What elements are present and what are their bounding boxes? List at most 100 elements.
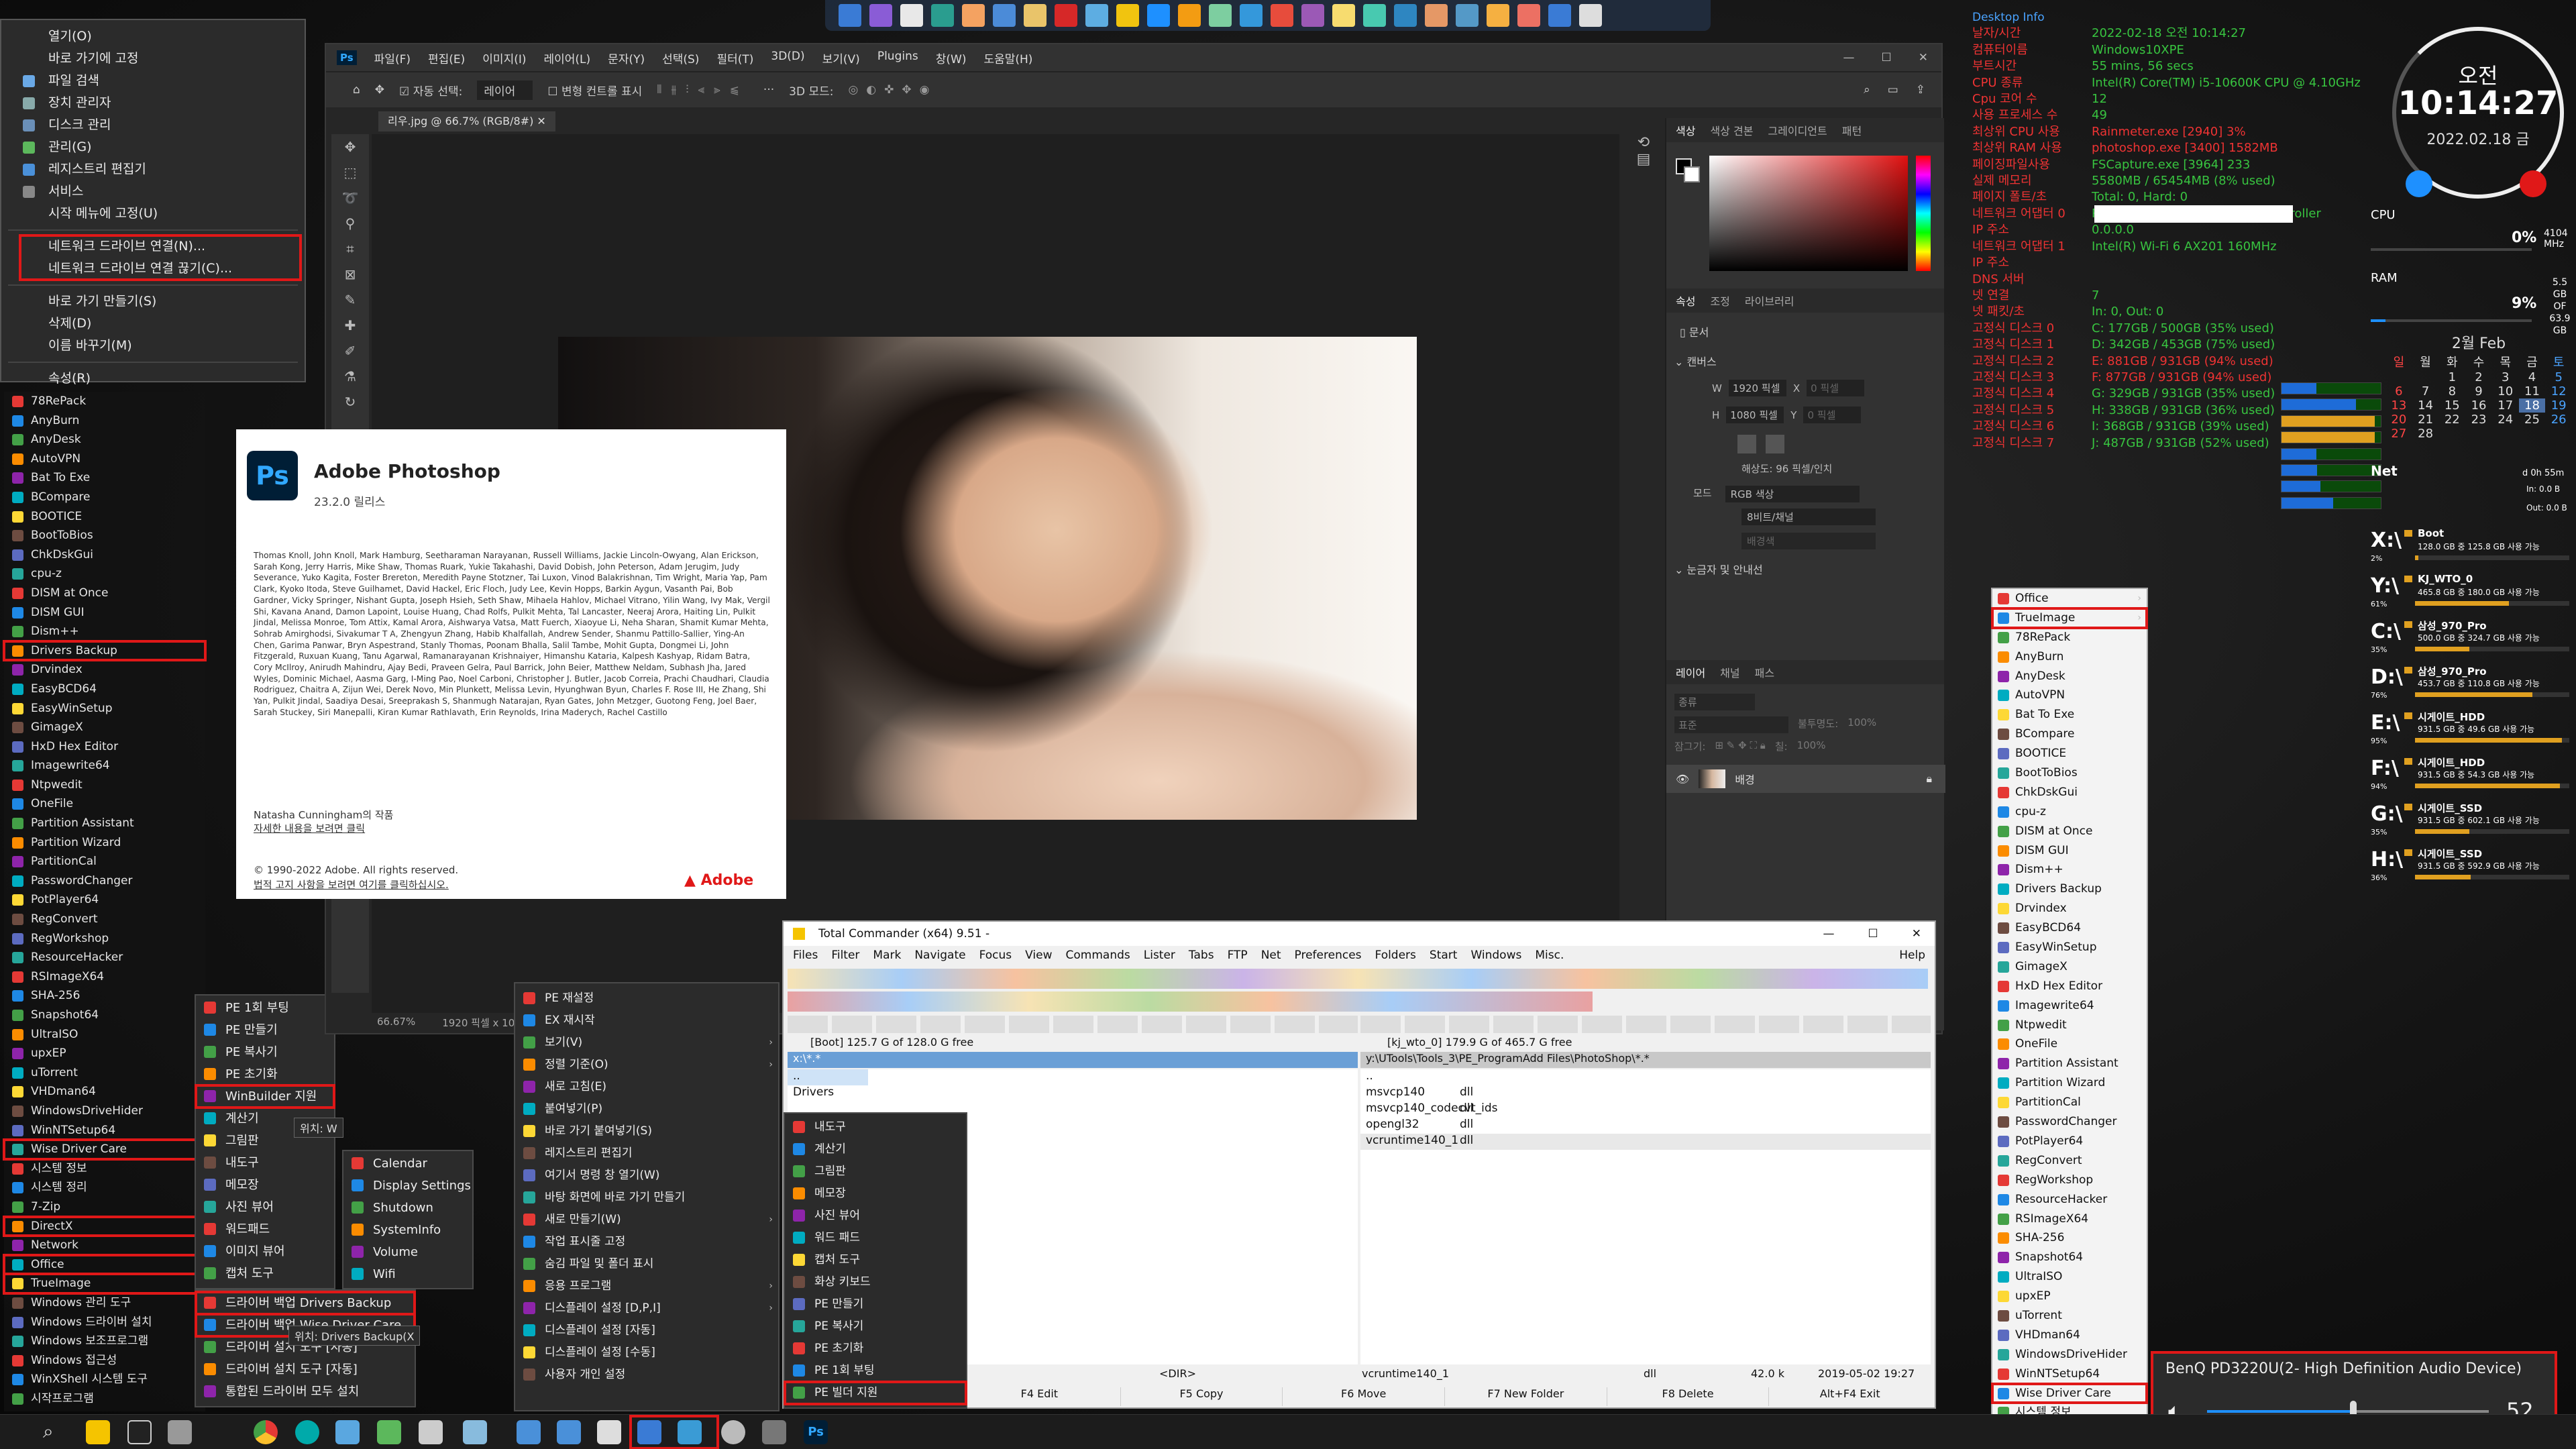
prop-tab[interactable]: 조정 bbox=[1710, 292, 1729, 309]
mode-dropdown[interactable]: RGB 색상 bbox=[1725, 486, 1860, 502]
driver-menu-item[interactable]: 통합된 드라이버 모두 설치 bbox=[196, 1381, 415, 1403]
ctx-file-search[interactable]: 파일 검색 bbox=[1, 70, 305, 92]
desktop-menu-item[interactable]: 사용자 개인 설정 bbox=[515, 1364, 778, 1386]
app-icon[interactable] bbox=[557, 1420, 581, 1444]
about-detail-link[interactable]: 자세한 내용을 보려면 클릭 bbox=[254, 821, 365, 835]
tc-menu-item[interactable]: FTP bbox=[1228, 949, 1248, 962]
ctx-pin-quick[interactable]: 바로 가기에 고정 bbox=[1, 48, 305, 70]
lasso-icon[interactable]: ➰ bbox=[331, 185, 369, 211]
tc-left-row[interactable]: .. bbox=[788, 1069, 868, 1085]
calendar-day[interactable] bbox=[2492, 427, 2519, 441]
blend-dropdown[interactable]: 표준 bbox=[1674, 716, 1788, 733]
eyedropper-icon[interactable]: ✎ bbox=[331, 287, 369, 313]
move-tool-icon[interactable]: ✥ bbox=[375, 83, 384, 97]
dock-app-icon[interactable] bbox=[962, 4, 985, 27]
refresh-icon[interactable] bbox=[2406, 170, 2432, 197]
program-list-item[interactable]: ChkDskGui bbox=[1992, 783, 2147, 802]
more-icon[interactable]: ··· bbox=[763, 83, 774, 97]
program-list-item[interactable]: Dism++ bbox=[1992, 860, 2147, 879]
ctx-pin-start[interactable]: 시작 메뉴에 고정(U) bbox=[1, 203, 305, 225]
ctx-device-manager[interactable]: 장치 관리자 bbox=[1, 92, 305, 114]
search-icon[interactable]: ⌕ bbox=[1864, 83, 1870, 97]
app-icon[interactable] bbox=[721, 1420, 745, 1444]
app-list-item[interactable]: Dism++ bbox=[4, 622, 205, 641]
visibility-eye-icon[interactable]: 👁︎ bbox=[1676, 773, 1689, 786]
winxshell-menu-item[interactable]: Calendar bbox=[343, 1152, 472, 1175]
program-list-item[interactable]: Office › bbox=[1992, 589, 2147, 608]
tc-left-row[interactable]: Drivers bbox=[788, 1085, 1358, 1102]
program-list-item[interactable]: PasswordChanger bbox=[1992, 1112, 2147, 1132]
calendar-day[interactable]: 2 bbox=[2465, 370, 2492, 384]
program-list-item[interactable]: GimageX bbox=[1992, 957, 2147, 977]
app-list-item[interactable]: HxD Hex Editor bbox=[4, 737, 205, 757]
program-list-item[interactable]: EasyBCD64 bbox=[1992, 918, 2147, 938]
ps-doc-tab[interactable]: 리우.jpg @ 66.7% (RGB/8#) ✕ bbox=[378, 111, 555, 131]
portrait-icon[interactable] bbox=[1737, 435, 1756, 453]
dock-app-icon[interactable] bbox=[1240, 4, 1263, 27]
program-list-item[interactable]: 78RePack bbox=[1992, 628, 2147, 647]
file-explorer-icon[interactable] bbox=[86, 1420, 110, 1444]
program-list-item[interactable]: EasyWinSetup bbox=[1992, 938, 2147, 957]
app-submenu-item[interactable]: PE 1회 부팅 bbox=[785, 1360, 966, 1382]
tc-right-row[interactable]: msvcp140 dll bbox=[1360, 1085, 1931, 1102]
program-list-item[interactable]: AnyBurn bbox=[1992, 647, 2147, 667]
color-picker-field[interactable] bbox=[1709, 156, 1908, 271]
close-icon[interactable]: ✕ bbox=[1919, 51, 1928, 64]
calendar-day[interactable]: 20 bbox=[2385, 413, 2412, 427]
volume-device-name[interactable]: BenQ PD3220U(2- High Definition Audio De… bbox=[2165, 1360, 2522, 1377]
dock-app-icon[interactable] bbox=[1332, 4, 1355, 27]
drive-widget[interactable]: F:\ 94% 시게이트_HDD 931.5 GB 중 54.3 GB 사용 가능 bbox=[2371, 751, 2572, 794]
calendar-day[interactable]: 16 bbox=[2465, 398, 2492, 413]
dock-app-icon[interactable] bbox=[1085, 4, 1108, 27]
ps-menu-11[interactable]: 도움말(H) bbox=[983, 50, 1032, 66]
app-list-item[interactable]: 시작프로그램 bbox=[4, 1389, 205, 1409]
program-list-item[interactable]: OneFile bbox=[1992, 1034, 2147, 1054]
app-submenu-item[interactable]: 내도구 bbox=[785, 1116, 966, 1138]
app-list-item[interactable]: RegConvert bbox=[4, 910, 205, 929]
desktop-menu-item[interactable]: 바로 가기 붙여넣기(S) bbox=[515, 1120, 778, 1142]
app-list-item[interactable]: Windows 관리 도구› bbox=[4, 1293, 205, 1313]
power-icon[interactable] bbox=[2520, 170, 2546, 197]
calendar-day[interactable]: 19 bbox=[2545, 398, 2572, 413]
program-list-item[interactable]: BCompare bbox=[1992, 724, 2147, 744]
app-icon[interactable] bbox=[377, 1420, 401, 1444]
tc-menu-item[interactable]: Commands bbox=[1066, 949, 1130, 962]
dock-app-icon[interactable] bbox=[869, 4, 892, 27]
landscape-icon[interactable] bbox=[1766, 435, 1784, 453]
calendar-day[interactable]: 17 bbox=[2492, 398, 2519, 413]
cmd-icon[interactable] bbox=[127, 1420, 152, 1444]
pe-menu-item[interactable]: PE 초기화 bbox=[196, 1063, 334, 1085]
dock-app-icon[interactable] bbox=[993, 4, 1016, 27]
calendar-day[interactable] bbox=[2465, 427, 2492, 441]
calendar-day[interactable]: 1 bbox=[2438, 370, 2465, 384]
app-list-item[interactable]: Partition Assistant bbox=[4, 814, 205, 833]
ctx-map-network-drive[interactable]: 네트워크 드라이브 연결(N)... bbox=[20, 235, 301, 258]
app-list-item[interactable]: BCompare bbox=[4, 488, 205, 507]
color-tab[interactable]: 색상 bbox=[1676, 122, 1695, 138]
calendar-day[interactable]: 6 bbox=[2385, 384, 2412, 398]
pe-menu-item[interactable]: PE 만들기 bbox=[196, 1019, 334, 1041]
program-list-item[interactable]: VHDman64 bbox=[1992, 1326, 2147, 1345]
pe-menu-item[interactable]: 워드패드 bbox=[196, 1218, 334, 1240]
pe-menu-item[interactable]: WinBuilder 지원 bbox=[195, 1084, 335, 1109]
fg-bg-swatch[interactable] bbox=[1676, 158, 1703, 185]
calendar-day[interactable]: 26 bbox=[2545, 413, 2572, 427]
tc-menu-item[interactable]: Files bbox=[793, 949, 818, 962]
app-submenu-item[interactable]: 화상 키보드 bbox=[785, 1271, 966, 1293]
app-list-item[interactable]: Drvindex bbox=[4, 660, 205, 680]
app-list-item[interactable]: DISM at Once bbox=[4, 584, 205, 603]
dock-app-icon[interactable] bbox=[1209, 4, 1232, 27]
tc-menu-item[interactable]: Folders bbox=[1375, 949, 1416, 962]
layer-row-background[interactable]: 👁︎ 배경 🔒︎ bbox=[1666, 765, 1945, 793]
program-list-item[interactable]: BOOTICE bbox=[1992, 744, 2147, 763]
app-list-item[interactable]: Snapshot64 bbox=[4, 1006, 205, 1025]
workspace-icon[interactable]: ▭ bbox=[1888, 83, 1898, 97]
calendar-day[interactable]: 4 bbox=[2519, 370, 2546, 384]
ps-menu-9[interactable]: Plugins bbox=[877, 50, 918, 66]
pe-menu-item[interactable]: 메모장 bbox=[196, 1174, 334, 1196]
move-icon[interactable]: ✥ bbox=[331, 134, 369, 160]
program-list-item[interactable]: RSImageX64 bbox=[1992, 1210, 2147, 1229]
program-list-item[interactable]: Bat To Exe bbox=[1992, 705, 2147, 724]
tc-fkey-button[interactable]: F7 New Folder bbox=[1444, 1387, 1607, 1406]
calendar-day[interactable]: 22 bbox=[2438, 413, 2465, 427]
